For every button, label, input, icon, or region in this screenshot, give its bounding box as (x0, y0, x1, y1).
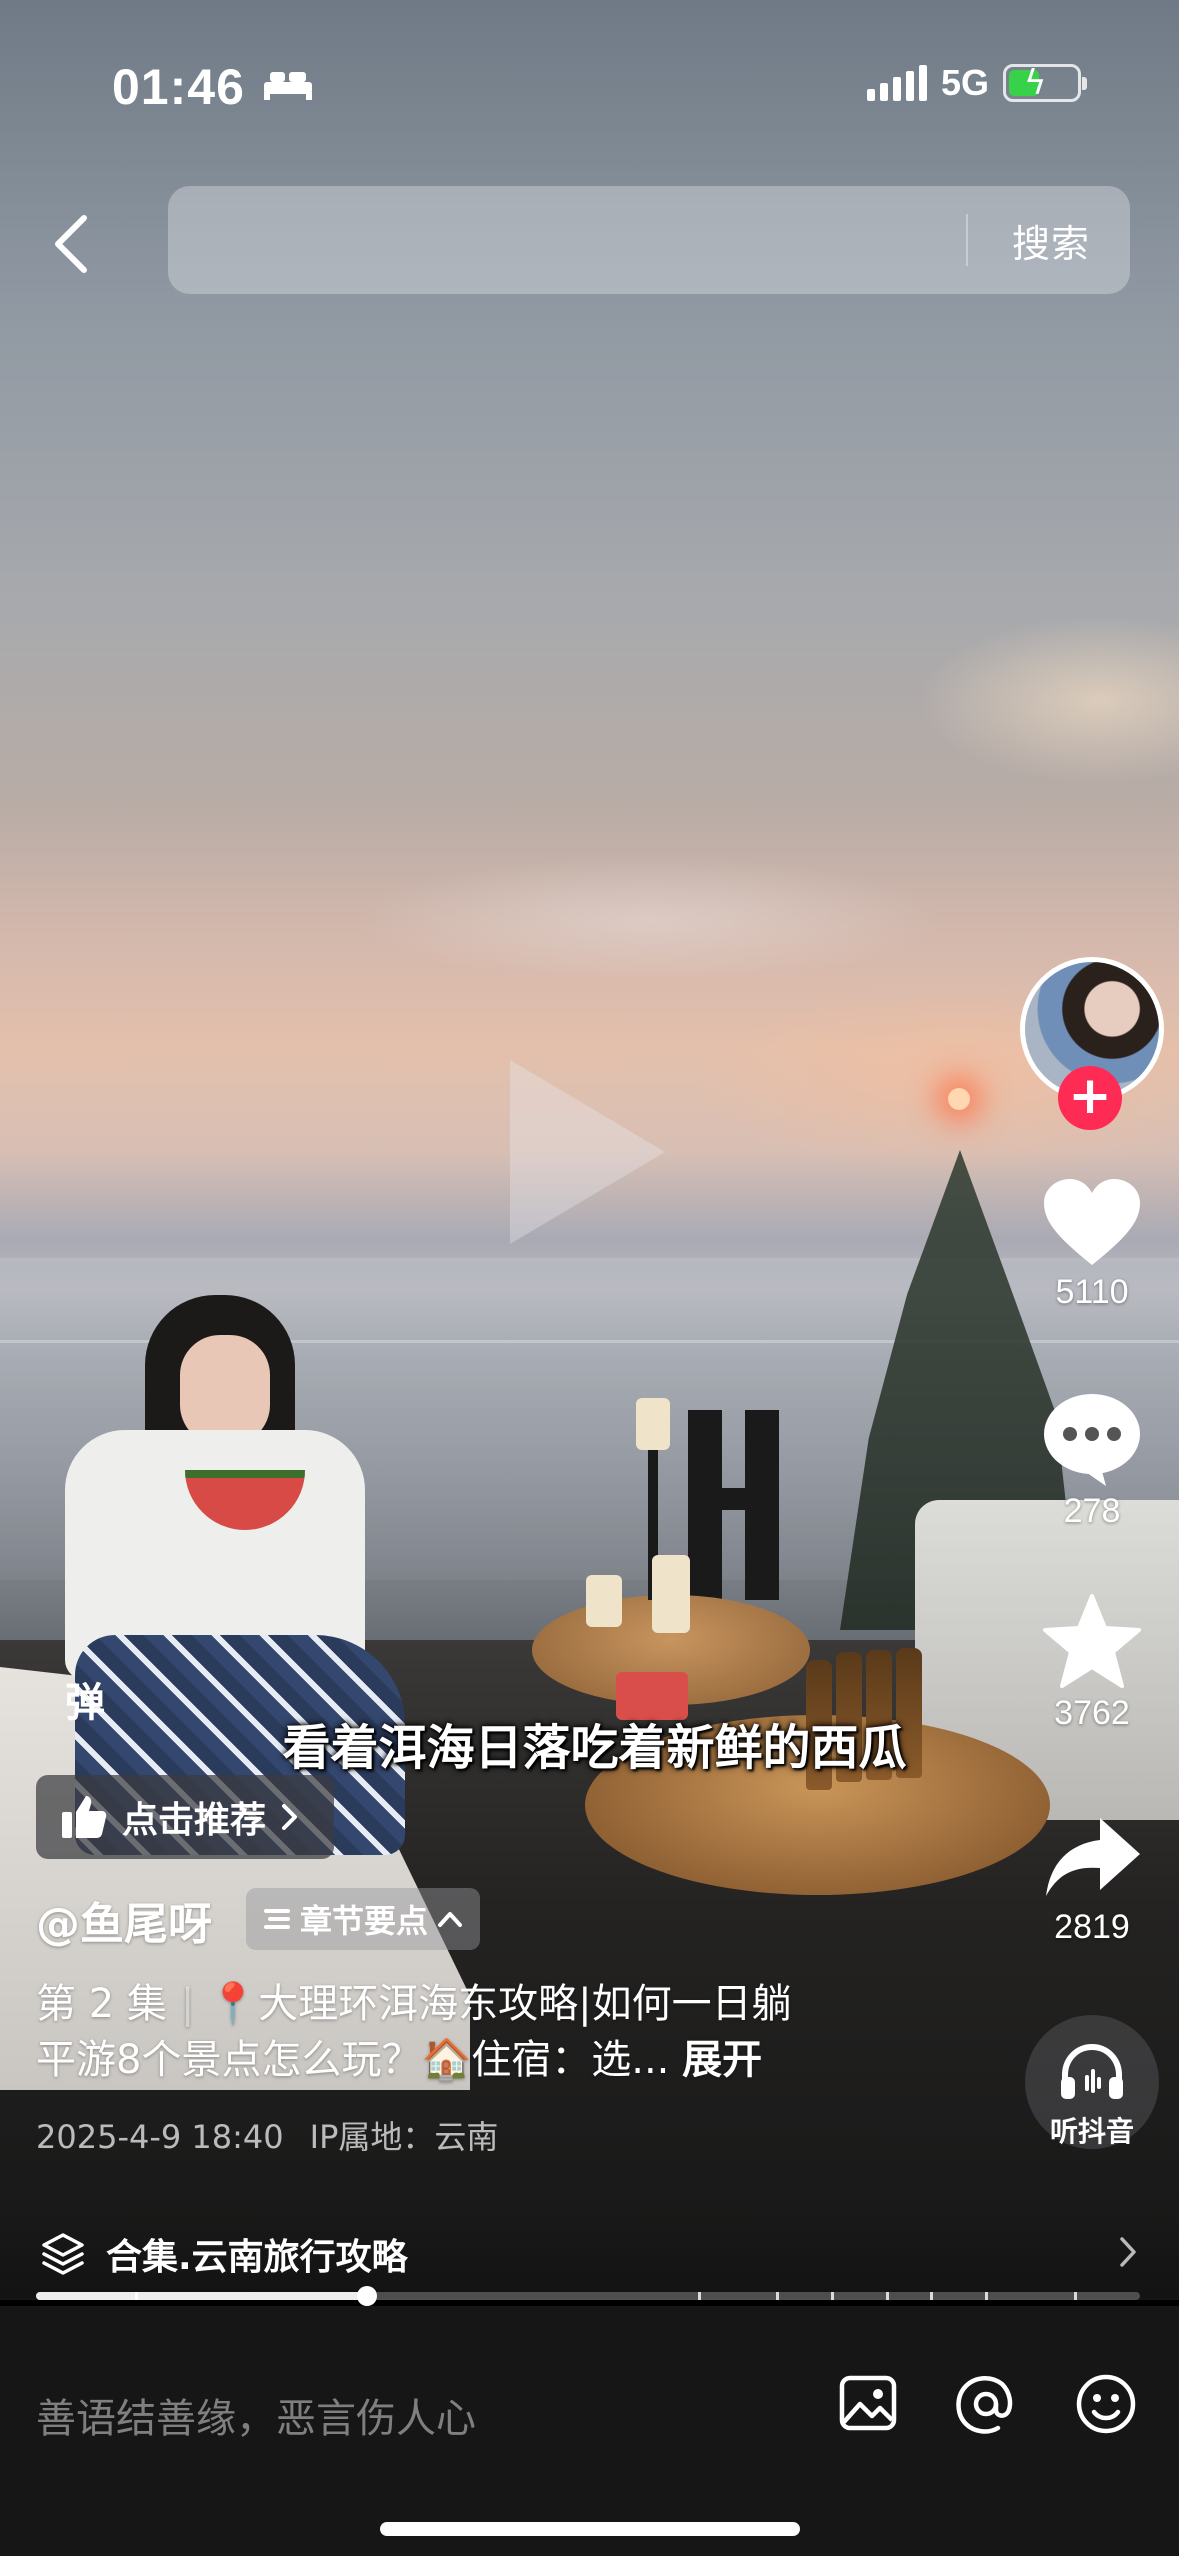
search-divider (966, 214, 968, 266)
progress-chapter-tick (135, 2292, 139, 2300)
comment-bar: 善语结善缘，恶言伤人心 (0, 2306, 1179, 2556)
layers-icon (42, 2233, 84, 2275)
post-datetime: 2025-4-9 18:40 (36, 2118, 284, 2156)
plus-icon: + (1068, 1066, 1112, 1126)
video-subtitle: 看着洱海日落吃着新鲜的西瓜 (282, 1720, 907, 1776)
share-arrow-icon (1046, 1818, 1140, 1896)
video-description[interactable]: 第 2 集 | 📍大理环洱海东攻略|如何一日躺 平游8个景点怎么玩？🏠住宿：选...… (36, 1976, 996, 2088)
progress-chapter-tick (1073, 2292, 1077, 2300)
description-line-2: 平游8个景点怎么玩？🏠住宿：选... (36, 2037, 670, 2083)
status-indicators: 5G ϟ (866, 62, 1087, 104)
bed-icon (264, 72, 312, 100)
progress-chapter-tick (698, 2292, 702, 2300)
headphones-icon (1061, 2043, 1123, 2099)
progress-chapter-tick (985, 2292, 989, 2300)
signal-icon (866, 65, 927, 101)
chevron-up-icon (438, 1912, 463, 1927)
progress-chapter-tick (830, 2292, 834, 2300)
recommend-label: 点击推荐 (122, 1800, 267, 1841)
search-button[interactable]: 搜索 (1012, 213, 1090, 268)
network-label: 5G (940, 62, 989, 103)
video-frame[interactable] (0, 0, 1179, 2300)
comment-bubble-icon (1044, 1394, 1140, 1486)
video-screen: 01:46 5G ϟ 搜索 + 5110 278 3762 2819 听抖音 弹… (0, 0, 1179, 2556)
candle (586, 1575, 622, 1627)
description-line-1: 📍大理环洱海东攻略|如何一日躺 (208, 1981, 792, 2027)
chapter-points-label: 章节要点 (300, 1902, 429, 1940)
expand-button[interactable]: 展开 (682, 2037, 762, 2083)
collection-bar[interactable]: 合集.云南旅行攻略 (0, 2210, 1179, 2298)
collection-label: 合集.云南旅行攻略 (106, 2237, 408, 2278)
comment-button[interactable]: 278 (1012, 1392, 1172, 1531)
post-meta: 2025-4-9 18:40 IP属地：云南 (36, 2112, 498, 2158)
share-button[interactable]: 2819 (1012, 1812, 1172, 1947)
sun (948, 1088, 970, 1110)
progress-chapter-tick (775, 2292, 779, 2300)
status-time: 01:46 (112, 59, 245, 115)
progress-chapter-tick (930, 2292, 934, 2300)
video-progress-bar[interactable] (36, 2286, 1140, 2306)
progress-chapter-tick (886, 2292, 890, 2300)
chevron-right-icon (1120, 2237, 1136, 2267)
h-post-bar (700, 1488, 770, 1510)
chevron-right-icon (282, 1804, 298, 1830)
candle (636, 1398, 670, 1450)
chapter-points-button[interactable]: 章节要点 (246, 1888, 481, 1950)
author-name[interactable]: @鱼尾呀 (36, 1888, 212, 1952)
comment-input[interactable]: 善语结善缘，恶言伤人心 (36, 2386, 476, 2444)
star-icon (1043, 1594, 1141, 1688)
divider: | (180, 1981, 195, 2027)
like-count: 5110 (1055, 1273, 1129, 1311)
listen-douyin-button[interactable]: 听抖音 (1025, 2015, 1159, 2149)
home-indicator[interactable] (380, 2522, 800, 2536)
listen-douyin-label: 听抖音 (1049, 2115, 1134, 2148)
follow-button[interactable]: + (1058, 1066, 1122, 1130)
like-button[interactable]: 5110 (1012, 1177, 1172, 1312)
search-input[interactable]: 搜索 (168, 186, 1130, 294)
thumbs-up-icon (62, 1796, 107, 1838)
heart-icon (1044, 1179, 1140, 1265)
battery-icon: ϟ (1003, 63, 1087, 103)
progress-knob[interactable] (357, 2286, 378, 2306)
comment-count: 278 (1063, 1492, 1121, 1530)
recommend-button[interactable]: 点击推荐 (36, 1775, 335, 1859)
share-count: 2819 (1054, 1908, 1130, 1946)
play-icon[interactable] (510, 1060, 665, 1244)
at-mention-icon[interactable] (946, 2364, 1026, 2444)
horizon-line (0, 1258, 1179, 1262)
chevron-left-icon[interactable] (44, 208, 100, 280)
charging-bolt-icon: ϟ (1024, 63, 1047, 103)
candle (652, 1555, 690, 1633)
episode-label: 第 2 集 (36, 1981, 167, 2027)
ip-location: IP属地：云南 (309, 2118, 499, 2156)
image-icon[interactable] (828, 2364, 908, 2444)
progress-played (36, 2292, 368, 2300)
emoji-icon[interactable] (1066, 2364, 1146, 2444)
list-icon (264, 1909, 290, 1929)
